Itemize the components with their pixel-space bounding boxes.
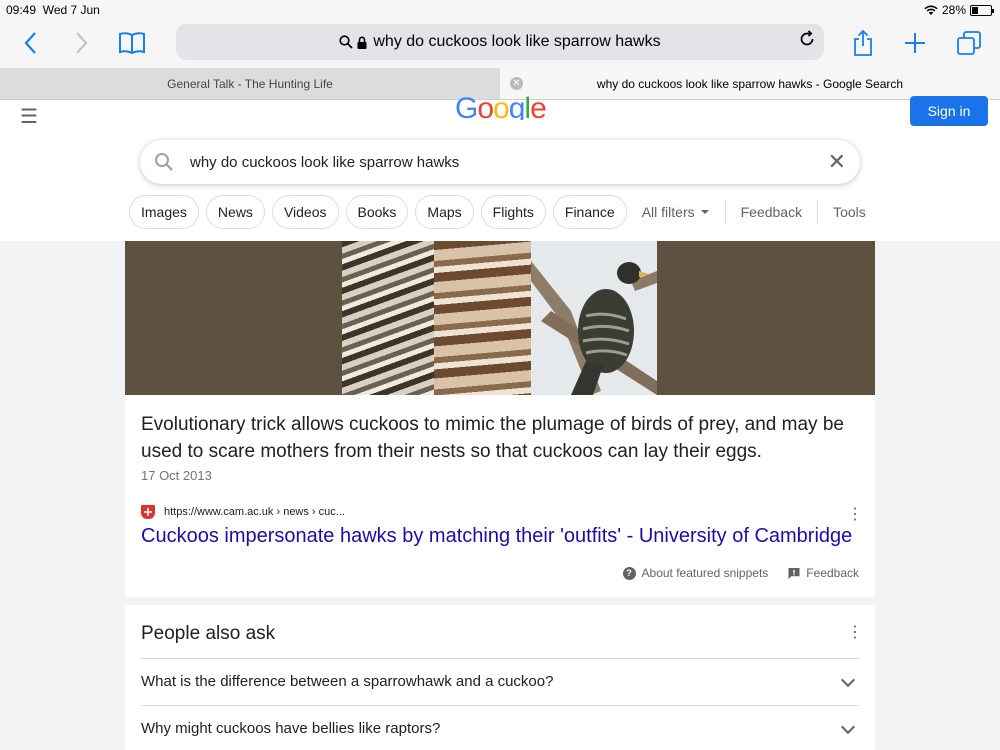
chevron-down-icon: [840, 672, 856, 687]
google-logo[interactable]: Google: [455, 92, 546, 120]
share-button[interactable]: [850, 26, 876, 60]
chip-finance[interactable]: Finance: [552, 195, 627, 229]
tools-button[interactable]: Tools: [825, 195, 874, 229]
status-bar: 09:49 Wed 7 Jun 28%: [0, 0, 1000, 20]
cambridge-favicon-icon: [141, 505, 155, 519]
cuckoo-photo: [531, 241, 657, 395]
snippet-footer: ? About featured snippets Feedback: [622, 566, 859, 580]
divider: [724, 200, 726, 224]
paa-title: People also ask: [141, 623, 276, 644]
tab-label: General Talk - The Hunting Life: [167, 76, 333, 91]
snippet-image[interactable]: [125, 241, 875, 395]
cuckoo-bird-drawing: [531, 241, 657, 395]
chevron-down-icon: [840, 719, 856, 734]
bookmarks-button[interactable]: [116, 26, 148, 60]
status-clock: 09:49: [6, 3, 37, 17]
close-tab-icon[interactable]: ✕: [510, 77, 523, 90]
feedback-link[interactable]: Feedback: [733, 195, 810, 229]
tab-google-search[interactable]: ✕ why do cuckoos look like sparrow hawks…: [500, 68, 1000, 99]
book-icon: [119, 32, 145, 55]
search-box[interactable]: why do cuckoos look like sparrow hawks ✕: [140, 140, 860, 184]
chevron-right-icon: [76, 32, 88, 54]
snippet-feedback-link[interactable]: Feedback: [806, 566, 859, 580]
status-right: 28%: [924, 3, 994, 17]
tab-label: why do cuckoos look like sparrow hawks -…: [596, 76, 904, 91]
search-icon: [339, 35, 354, 49]
chip-flights[interactable]: Flights: [480, 195, 546, 229]
tab-hunting-life[interactable]: General Talk - The Hunting Life: [0, 68, 500, 99]
help-icon: ?: [622, 566, 636, 580]
browser-toolbar: why do cuckoos look like sparrow hawks: [0, 20, 1000, 68]
about-featured-snippets-link[interactable]: About featured snippets: [642, 566, 769, 580]
chip-videos[interactable]: Videos: [271, 195, 339, 229]
sign-in-button[interactable]: Sign in: [910, 96, 988, 126]
search-query[interactable]: why do cuckoos look like sparrow hawks: [190, 154, 828, 171]
paa-question[interactable]: What is the difference between a sparrow…: [141, 658, 859, 704]
all-filters-label: All filters: [641, 204, 695, 220]
more-options-icon[interactable]: ⋮: [847, 507, 863, 523]
paa-question-text: What is the difference between a sparrow…: [141, 673, 554, 690]
hawk-feathers-image: [434, 241, 531, 395]
result-link[interactable]: Cuckoos impersonate hawks by matching th…: [141, 525, 852, 548]
paa-question[interactable]: Why might cuckoos have bellies like rapt…: [141, 705, 859, 750]
plus-icon: [905, 33, 925, 53]
status-date: Wed 7 Jun: [42, 3, 100, 17]
battery-icon: [970, 4, 994, 16]
paa-more-options-icon[interactable]: ⋮: [847, 625, 863, 641]
featured-snippet: Evolutionary trick allows cuckoos to mim…: [125, 241, 875, 597]
chip-books[interactable]: Books: [345, 195, 409, 229]
share-icon: [854, 29, 872, 56]
snippet-date: 17 Oct 2013: [141, 468, 212, 483]
barred-feathers-image: [342, 241, 434, 395]
google-header: ☰ Google Sign in why do cuckoos look lik…: [0, 92, 1000, 241]
reload-icon[interactable]: [798, 30, 816, 48]
wifi-icon: [924, 4, 938, 15]
chip-images[interactable]: Images: [129, 195, 199, 229]
clear-search-icon[interactable]: ✕: [828, 149, 846, 175]
people-also-ask: People also ask ⋮ What is the difference…: [125, 605, 875, 750]
status-time: 09:49 Wed 7 Jun: [6, 3, 100, 17]
battery-percent: 28%: [941, 3, 966, 17]
new-tab-button[interactable]: [902, 26, 928, 60]
tabs-icon: [957, 31, 981, 55]
battery-fill: [972, 6, 978, 14]
back-button[interactable]: [18, 26, 42, 60]
chip-maps[interactable]: Maps: [415, 195, 474, 229]
tabs-overview-button[interactable]: [955, 26, 983, 60]
forward-button[interactable]: [70, 26, 94, 60]
address-bar[interactable]: why do cuckoos look like sparrow hawks: [176, 24, 824, 60]
feedback-icon: [788, 567, 800, 579]
paa-question-text: Why might cuckoos have bellies like rapt…: [141, 720, 441, 737]
snippet-description: Evolutionary trick allows cuckoos to mim…: [141, 414, 844, 462]
snippet-source[interactable]: https://www.cam.ac.uk › news › cuc...: [141, 505, 345, 519]
caret-down-icon: [700, 210, 709, 214]
filter-chips: Images News Videos Books Maps Flights Fi…: [129, 195, 874, 229]
menu-icon[interactable]: ☰: [20, 104, 38, 129]
search-icon: [155, 153, 173, 171]
chevron-left-icon: [24, 32, 36, 54]
url-text: why do cuckoos look like sparrow hawks: [373, 33, 661, 50]
divider: [817, 200, 819, 224]
source-url: https://www.cam.ac.uk › news › cuc...: [164, 506, 345, 518]
chip-news[interactable]: News: [205, 195, 265, 229]
lock-icon: [357, 36, 367, 49]
all-filters-button[interactable]: All filters: [634, 195, 718, 229]
